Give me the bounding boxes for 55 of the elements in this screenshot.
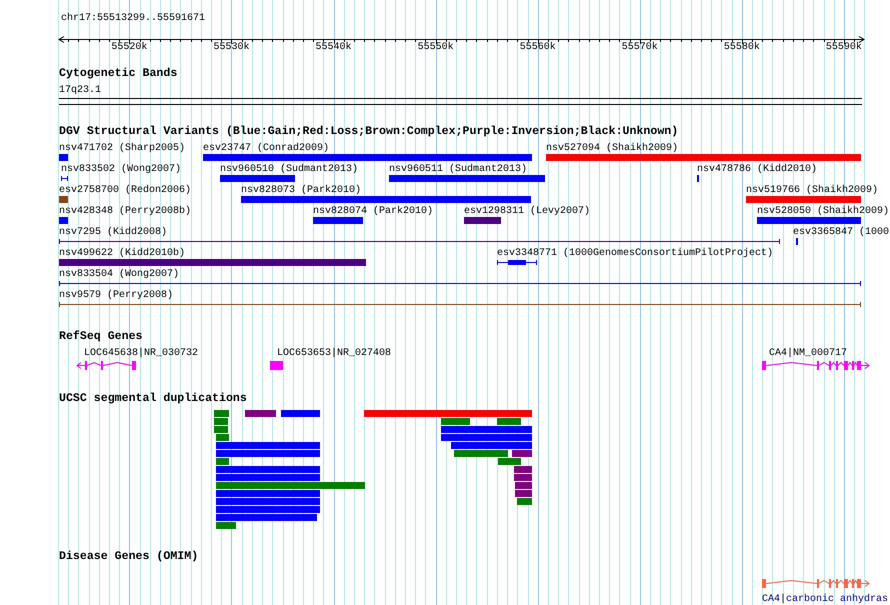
variant-bar[interactable] [796, 238, 798, 245]
variant-label: nsv833504 (Wong2007) [59, 269, 180, 281]
variant-drawing[interactable] [496, 260, 537, 265]
duplication-bar[interactable] [216, 458, 230, 465]
variant-label: esv2758700 (Redon2006) [59, 185, 192, 197]
variant-label: esv3365847 (1000 [793, 227, 890, 239]
gene-label[interactable]: CA4|NM_000717 [769, 348, 848, 360]
tick-label: 55560k [520, 42, 556, 53]
location-label: chr17:55513299..55591671 [61, 13, 206, 25]
tick-label: 55580k [724, 42, 760, 53]
variant-label: esv23747 (Conrad2009) [202, 143, 330, 155]
gene-model[interactable] [760, 578, 870, 589]
duplication-bar[interactable] [216, 434, 230, 441]
variant-label: nsv9579 (Perry2008) [59, 290, 174, 302]
variant-label: nsv499622 (Kidd2010b) [59, 248, 186, 260]
duplication-bar[interactable] [516, 498, 532, 505]
variant-label: nsv527094 (Shaikh2009) [546, 143, 678, 155]
gene-model[interactable] [760, 360, 870, 371]
variant-label: nsv7295 (Kidd2008) [59, 227, 168, 239]
track-title: UCSC segmental duplications [59, 392, 247, 405]
duplication-bar[interactable] [214, 410, 230, 417]
gene-label[interactable]: LOC653653|NR_027408 [277, 348, 392, 360]
track-title: Disease Genes (OMIM) [59, 550, 198, 563]
variant-label: nsv519766 (Shaikh2009) [746, 185, 878, 197]
duplication-bar[interactable] [440, 418, 470, 425]
gene-model[interactable] [268, 360, 285, 371]
duplication-bar[interactable] [512, 450, 532, 457]
variant-label: nsv828073 (Park2010) [240, 185, 361, 197]
variant-label: esv1298311 (Levy2007) [464, 206, 590, 218]
gene-label[interactable]: LOC645638|NR_030732 [84, 348, 198, 360]
track-title: RefSeq Genes [59, 330, 142, 343]
duplication-bar[interactable] [514, 482, 532, 489]
duplication-bar[interactable] [216, 522, 236, 529]
duplication-bar[interactable] [514, 490, 532, 497]
variant-label: nsv478786 (Kidd2010) [696, 164, 817, 176]
variant-label: nsv833502 (Wong2007) [61, 164, 182, 176]
tick-label: 55540k [316, 42, 352, 53]
variant-label: nsv960510 (Sudmant2013) [220, 164, 358, 176]
variant-bar[interactable] [696, 175, 699, 182]
band-label: 17q23.1 [59, 85, 102, 97]
variant-label: nsv428348 (Perry2008b) [59, 206, 192, 218]
gene-model[interactable] [76, 360, 138, 371]
variant-label: nsv471702 (Sharp2005) [59, 143, 186, 155]
tick-label: 55530k [213, 42, 250, 53]
variant-label: nsv828074 (Park2010) [313, 206, 434, 218]
tick-label: 55590k [826, 42, 862, 53]
gene-label[interactable]: CA4|carbonic anhydras [762, 594, 888, 605]
tick-label: 55570k [622, 42, 658, 53]
track-title: Cytogenetic Bands [59, 67, 178, 80]
variant-label: nsv528050 (Shaikh2009) [756, 206, 889, 218]
tick-label: 55550k [418, 42, 454, 53]
track-title: DGV Structural Variants (Blue:Gain;Red:Loss;Brown:Complex;Purple:Inversion;Black:Unknown) [59, 125, 678, 138]
tick-label: 55520k [111, 42, 148, 53]
variant-label: esv3348771 (1000GenomesConsortiumPilotProject) [496, 248, 774, 260]
variant-label: nsv960511 (Sudmant2013) [388, 164, 528, 176]
